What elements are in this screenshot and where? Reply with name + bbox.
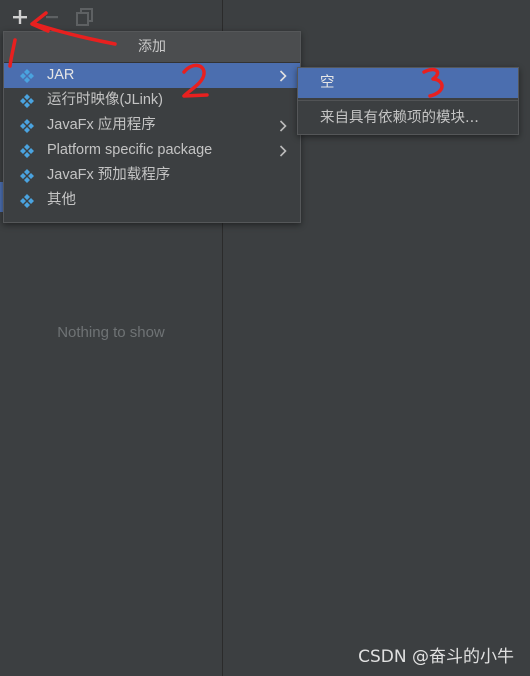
add-button[interactable] [9,6,31,28]
menu-item-label: Platform specific package [47,142,213,158]
submenu-item-empty[interactable]: 空 [298,68,518,98]
menu-item-label: JAR [47,67,75,83]
chevron-right-icon [279,70,287,82]
menu-item-javafx-app[interactable]: JavaFx 应用程序 [4,113,300,138]
jar-submenu: 空 来自具有依赖项的模块... [297,67,519,135]
popup-title: 添加 [4,32,300,63]
module-icon [20,94,34,108]
copy-icon [76,8,93,26]
module-icon [20,69,34,83]
watermark: CSDN @奋斗的小牛 [358,647,514,667]
menu-item-jar[interactable]: JAR [4,63,300,88]
submenu-separator [298,100,518,101]
menu-item-label: 运行时映像(JLink) [47,92,164,108]
artifacts-toolbar [0,0,222,34]
menu-item-label: JavaFx 应用程序 [47,117,156,133]
remove-button[interactable] [41,6,63,28]
menu-item-label: 其他 [47,192,76,208]
plus-icon [13,10,27,24]
chevron-right-icon [279,145,287,157]
add-popup-menu: 添加 JAR 运行时映像(JLink) JavaFx 应用程序 Platform… [3,31,301,223]
menu-item-javafx-preloader[interactable]: JavaFx 预加载程序 [4,163,300,188]
module-icon [20,169,34,183]
module-icon [20,119,34,133]
menu-item-jlink[interactable]: 运行时映像(JLink) [4,88,300,113]
module-icon [20,144,34,158]
module-icon [20,194,34,208]
menu-item-other[interactable]: 其他 [4,188,300,213]
chevron-right-icon [279,120,287,132]
menu-item-label: JavaFx 预加载程序 [47,167,171,183]
minus-icon [46,16,58,19]
submenu-item-from-modules[interactable]: 来自具有依赖项的模块... [298,103,518,133]
copy-button[interactable] [74,6,96,28]
menu-item-platform-package[interactable]: Platform specific package [4,138,300,163]
empty-state-text: Nothing to show [57,324,165,341]
